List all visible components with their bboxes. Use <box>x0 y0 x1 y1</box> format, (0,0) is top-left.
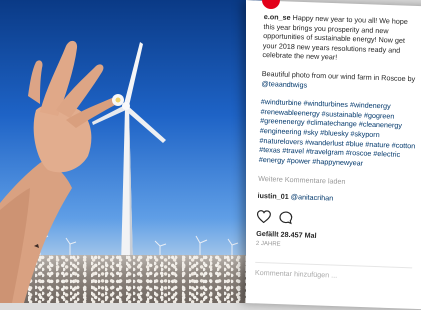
comment-mention[interactable]: @anitacrihan <box>291 192 334 202</box>
hand-illustration <box>0 40 124 303</box>
comment-bubble-icon[interactable] <box>279 210 293 224</box>
caption-username[interactable]: e.on_se <box>264 12 291 22</box>
post-photo[interactable] <box>0 0 262 303</box>
caption-text: e.on_se Happy new year to you all! We ho… <box>262 12 421 65</box>
post-caption-area: e.on_se Happy new year to you all! We ho… <box>255 12 421 283</box>
comment-author[interactable]: iustin_01 <box>257 191 288 201</box>
heart-icon[interactable] <box>256 210 271 224</box>
comment-divider <box>255 261 413 269</box>
photo-credit: Beautiful photo from our wind farm in Ro… <box>261 69 419 94</box>
comment-row: iustin_01 @anitacrihan <box>257 191 414 206</box>
post-actions <box>256 209 414 228</box>
hashtags[interactable]: #windturbine #windturbines #windenergy #… <box>259 97 418 170</box>
credit-user-link[interactable]: @teaandtwigs <box>261 79 307 90</box>
load-more-comments-link[interactable]: Weitere Kommentare laden <box>258 174 415 189</box>
